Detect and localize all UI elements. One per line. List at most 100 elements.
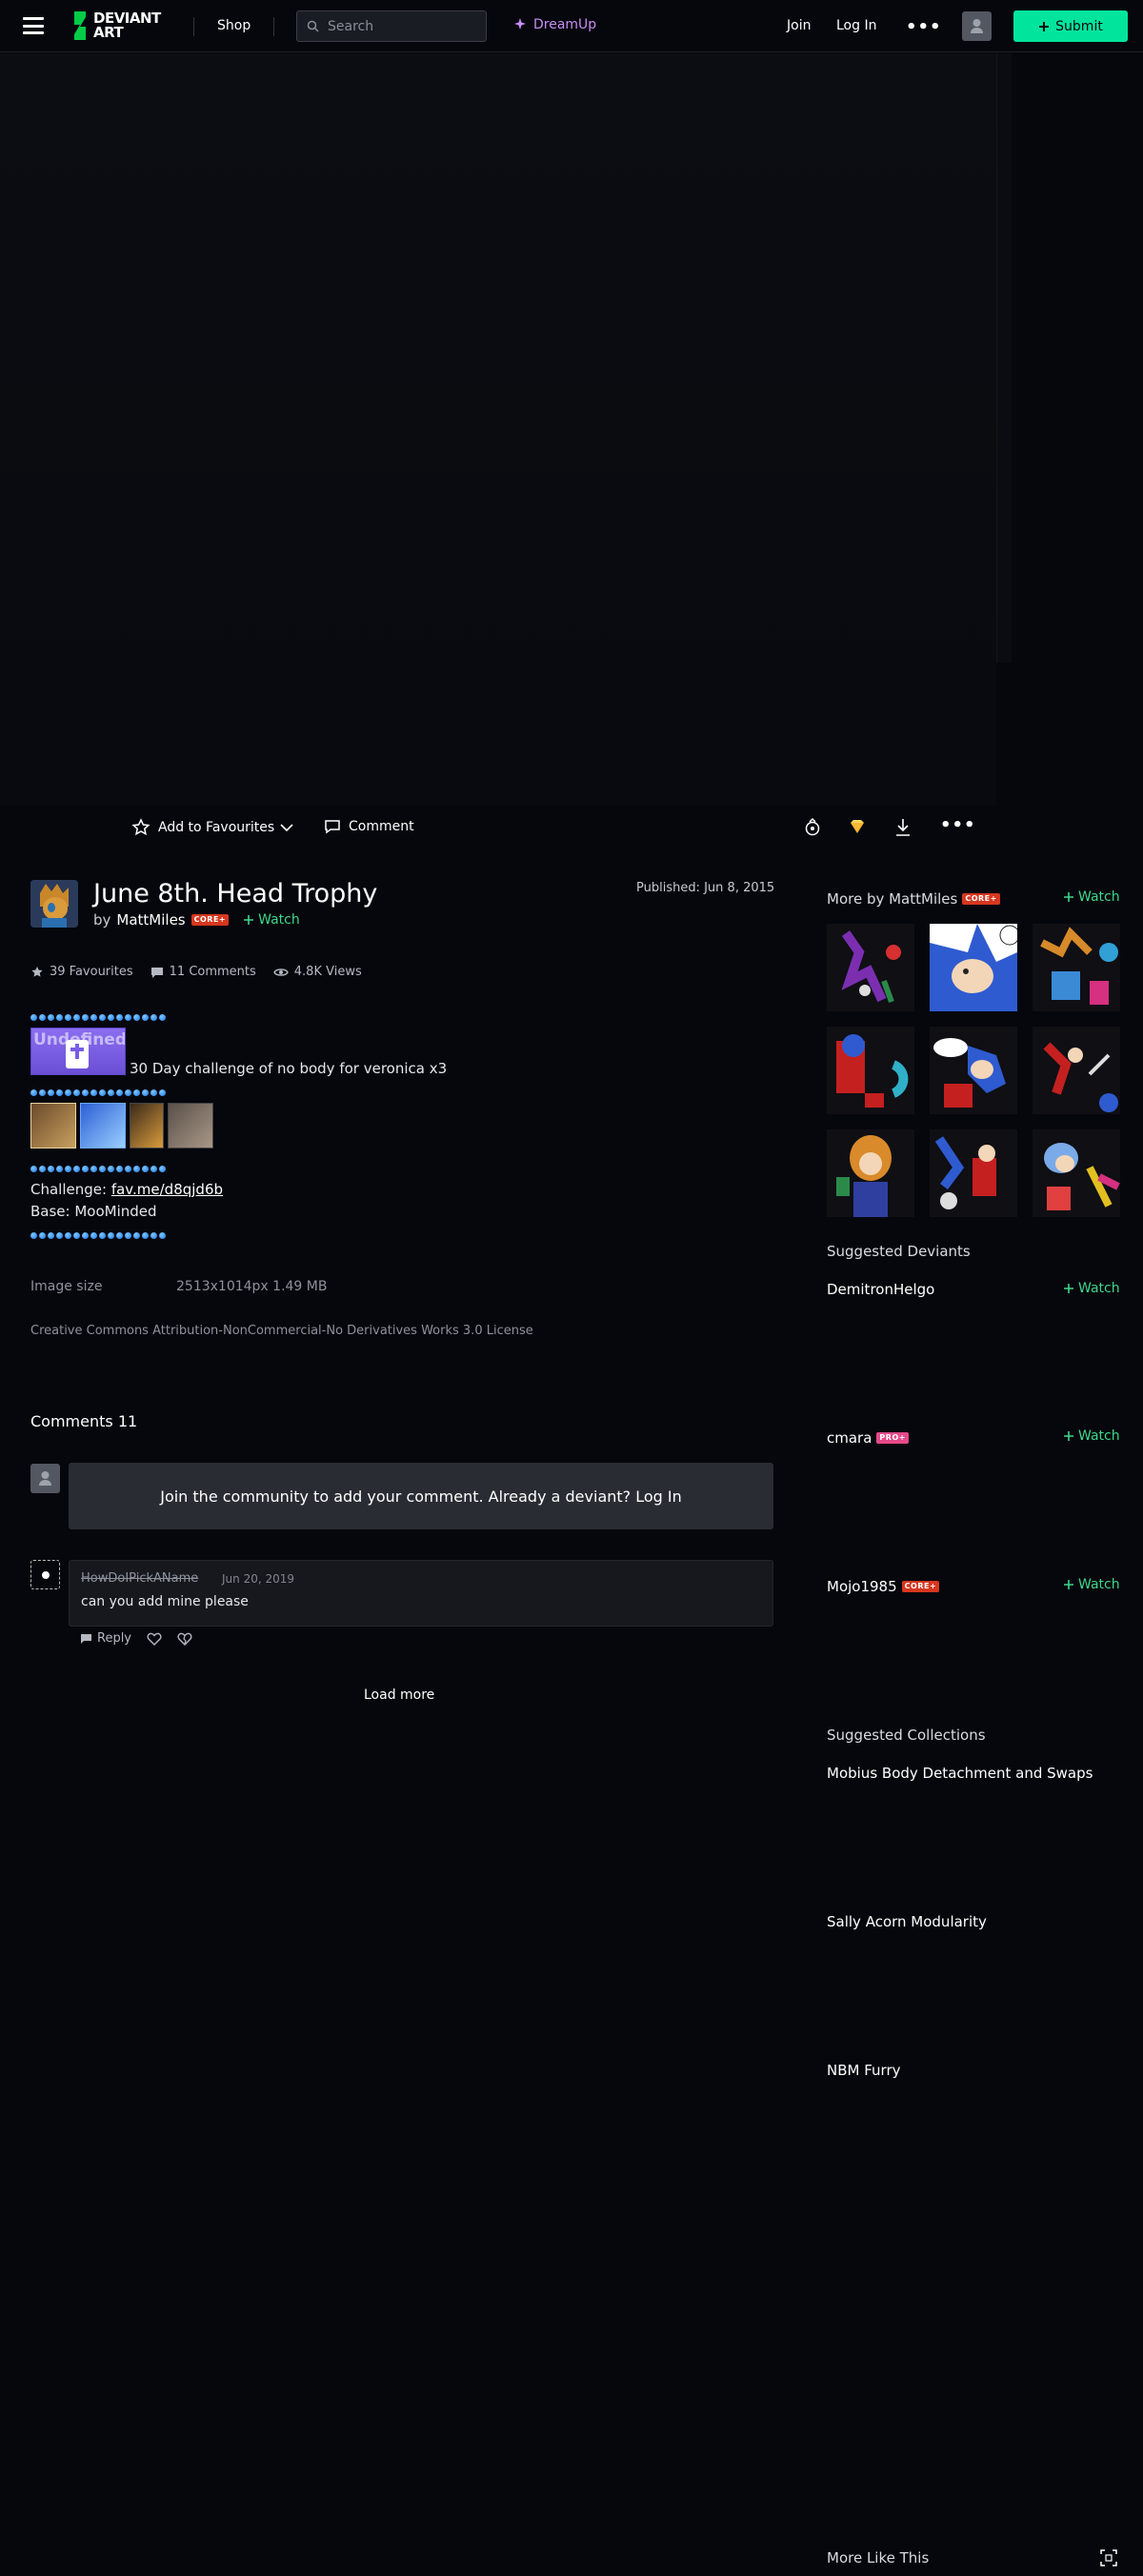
- user-icon: [39, 1471, 51, 1486]
- watch-label: Watch: [1078, 1577, 1120, 1592]
- suggested-deviant[interactable]: cmara PRO+: [827, 1429, 909, 1447]
- join-community-prompt[interactable]: Join the community to add your comment. …: [69, 1463, 773, 1529]
- avatar[interactable]: [962, 11, 992, 41]
- comment-date[interactable]: Jun 20, 2019: [222, 1572, 294, 1586]
- search-icon: [307, 20, 319, 32]
- submit-button[interactable]: Submit: [1013, 10, 1128, 42]
- more-by-heading[interactable]: More by MattMiles CORE+: [827, 890, 1000, 908]
- thumbnail-art: [930, 1027, 1017, 1114]
- deviant-name: Mojo1985: [827, 1578, 897, 1595]
- comment-author[interactable]: HowDoIPickAName: [81, 1571, 198, 1586]
- thumbnail-art: [827, 1129, 914, 1217]
- thumbnail-image[interactable]: [30, 1103, 76, 1148]
- published-date: Published: Jun 8, 2015: [636, 881, 775, 895]
- chevron-down-icon[interactable]: [280, 823, 293, 832]
- badge-give-icon[interactable]: [803, 817, 822, 838]
- gallery-thumbnail[interactable]: [827, 1027, 914, 1114]
- author-avatar[interactable]: [30, 880, 78, 928]
- deviantart-logo[interactable]: DEVIANT ART: [70, 9, 161, 43]
- divider-dots: [30, 1014, 166, 1022]
- more-by-text: More by MattMiles: [827, 890, 958, 908]
- thumbnail-image[interactable]: [168, 1103, 213, 1148]
- gallery-thumbnail[interactable]: [930, 1027, 1017, 1114]
- avatar: [30, 1464, 60, 1493]
- gallery-thumbnail[interactable]: [827, 1129, 914, 1217]
- comments-count[interactable]: 11 Comments: [150, 965, 256, 979]
- byline: by MattMiles CORE+ Watch: [93, 911, 300, 929]
- plus-icon: [1064, 1284, 1073, 1293]
- gallery-thumbnail[interactable]: [1033, 924, 1120, 1011]
- watch-label: Watch: [258, 912, 300, 928]
- collection-link[interactable]: Sally Acorn Modularity: [827, 1913, 987, 1930]
- image-size-label: Image size: [30, 1279, 103, 1294]
- more-menu-button[interactable]: •••: [906, 17, 942, 37]
- broken-heart-icon[interactable]: [177, 1632, 192, 1646]
- download-icon[interactable]: [893, 817, 912, 838]
- gallery-thumbnail[interactable]: [930, 1129, 1017, 1217]
- more-options-button[interactable]: •••: [940, 815, 976, 835]
- comment-button[interactable]: Comment: [324, 818, 414, 835]
- artwork-viewer[interactable]: [0, 53, 996, 806]
- login-link[interactable]: Log In: [836, 18, 876, 33]
- suggested-deviant[interactable]: Mojo1985 CORE+: [827, 1578, 940, 1595]
- favourites-count[interactable]: 39 Favourites: [30, 965, 133, 979]
- gallery-thumbnail[interactable]: [930, 924, 1017, 1011]
- comment-avatar[interactable]: [30, 1560, 60, 1589]
- collection-link[interactable]: Mobius Body Detachment and Swaps: [827, 1765, 1093, 1782]
- reply-button[interactable]: Reply: [80, 1631, 131, 1646]
- focus-icon[interactable]: [1100, 2549, 1117, 2566]
- challenge-link[interactable]: fav.me/d8qjd6b: [111, 1181, 223, 1198]
- shop-link[interactable]: Shop: [217, 18, 251, 33]
- watch-button[interactable]: Watch: [1064, 1428, 1120, 1444]
- thumbnail-art: [930, 924, 1017, 1011]
- stats-row: 39 Favourites 11 Comments 4.8K Views: [30, 965, 362, 979]
- stamp-image[interactable]: Undefined n: [30, 1028, 126, 1075]
- base-credit: Base: MooMinded: [30, 1203, 157, 1220]
- suggested-deviant[interactable]: DemitronHelgo: [827, 1281, 934, 1298]
- join-link[interactable]: Join: [787, 18, 811, 33]
- author-avatar-image: [30, 880, 78, 928]
- license-link[interactable]: Creative Commons Attribution-NonCommerci…: [30, 1324, 533, 1338]
- watch-label: Watch: [1078, 889, 1120, 905]
- plus-icon: [1039, 21, 1050, 31]
- dreamup-link[interactable]: DreamUp: [512, 17, 596, 32]
- suggested-collections-heading: Suggested Collections: [827, 1727, 986, 1744]
- thumbnail-image[interactable]: [80, 1103, 126, 1148]
- search-box[interactable]: [296, 10, 487, 42]
- comment-actions: Reply: [80, 1631, 192, 1646]
- views-count: 4.8K Views: [272, 965, 362, 979]
- more-like-this-heading: More Like This: [827, 2549, 930, 2566]
- divider-dots: [30, 1166, 166, 1173]
- eye-icon: [272, 968, 289, 976]
- points-gem-icon[interactable]: [848, 817, 867, 836]
- thumbnail-image[interactable]: [130, 1103, 164, 1148]
- watch-label: Watch: [1078, 1281, 1120, 1296]
- gallery-thumbnail[interactable]: [827, 924, 914, 1011]
- comment-label: Comment: [349, 819, 414, 834]
- star-icon: [131, 818, 150, 836]
- divider: [273, 17, 274, 36]
- comment-item: HowDoIPickAName Jun 20, 2019 can you add…: [69, 1560, 773, 1627]
- gallery-thumbnail[interactable]: [1033, 1129, 1120, 1217]
- author-link[interactable]: MattMiles: [116, 911, 185, 929]
- favourites-text: 39 Favourites: [50, 965, 133, 979]
- load-more-button[interactable]: Load more: [364, 1687, 434, 1703]
- watch-button[interactable]: Watch: [1064, 1281, 1120, 1296]
- thumbnail-art: [1033, 1027, 1120, 1114]
- image-size-value: 2513x1014px 1.49 MB: [176, 1279, 328, 1294]
- logo-word-2: ART: [93, 24, 124, 41]
- comments-text: 11 Comments: [169, 965, 256, 979]
- tombstone-icon: [66, 1040, 89, 1068]
- heart-icon[interactable]: [147, 1632, 162, 1646]
- watch-button[interactable]: Watch: [1064, 1577, 1120, 1592]
- add-to-favourites-button[interactable]: Add to Favourites: [131, 818, 274, 837]
- gallery-thumbnail[interactable]: [1033, 1027, 1120, 1114]
- search-input[interactable]: [328, 17, 480, 36]
- reply-label: Reply: [97, 1631, 132, 1646]
- menu-icon[interactable]: [23, 17, 44, 34]
- divider-dots: [30, 1089, 166, 1097]
- watch-button[interactable]: Watch: [1064, 889, 1120, 905]
- collection-link[interactable]: NBM Furry: [827, 2062, 900, 2079]
- watch-author-button[interactable]: Watch: [244, 912, 300, 928]
- user-icon: [971, 19, 983, 33]
